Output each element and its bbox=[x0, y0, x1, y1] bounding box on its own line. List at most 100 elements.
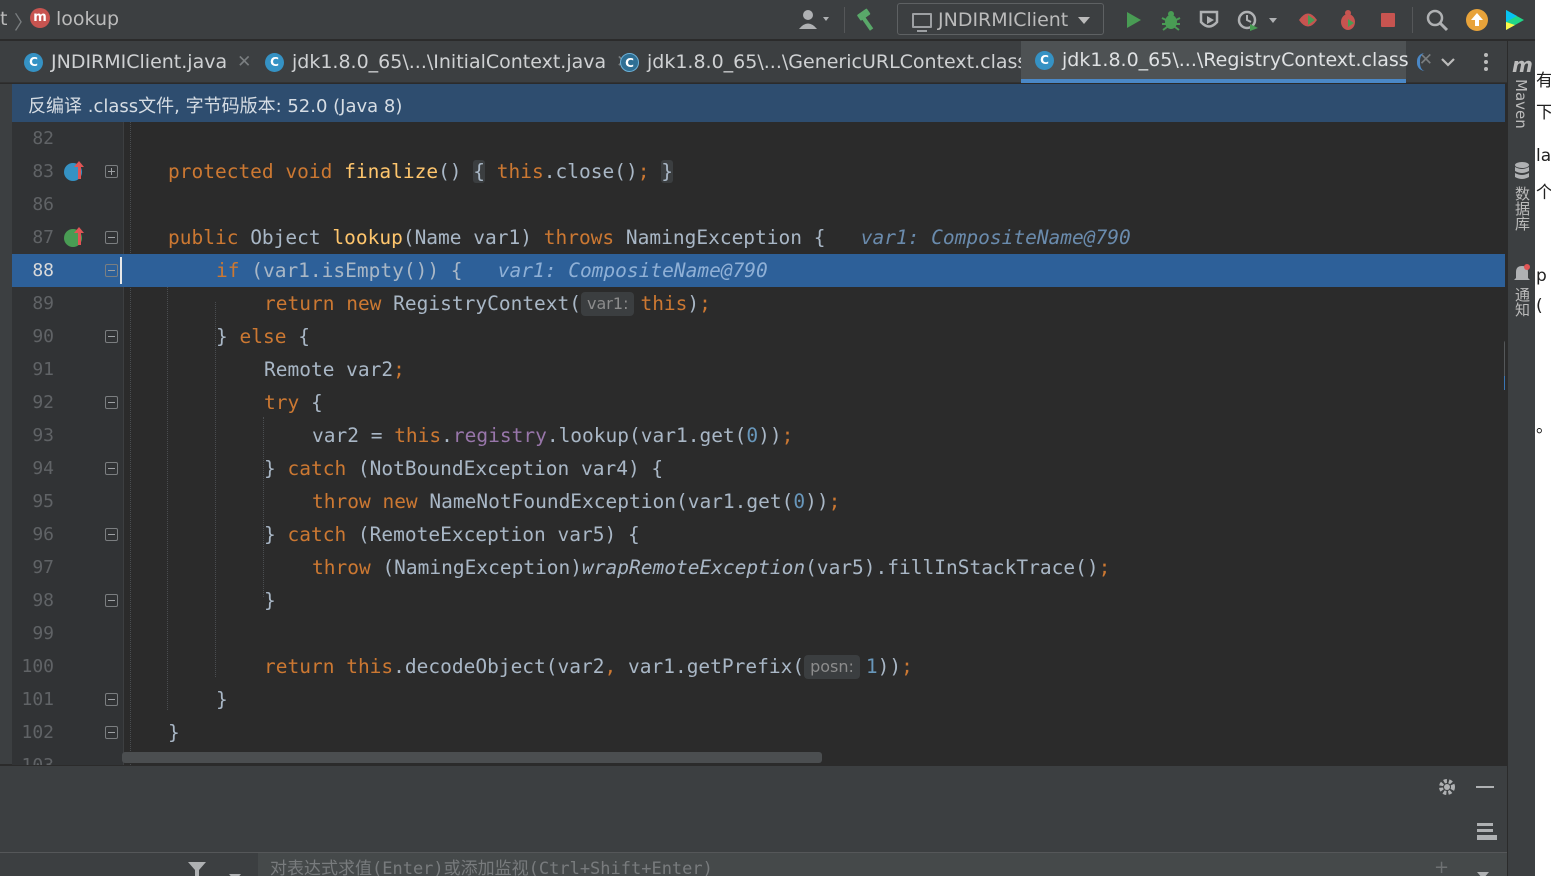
code-text: throw new NameNotFoundException(var1.get… bbox=[312, 490, 841, 513]
notifications-tool-button[interactable]: 通知 bbox=[1512, 287, 1533, 317]
notification-bell-icon[interactable] bbox=[1513, 263, 1531, 287]
fold-expand-icon[interactable] bbox=[105, 165, 118, 178]
maven-icon[interactable]: m bbox=[1512, 53, 1533, 77]
fold-collapse-icon[interactable] bbox=[105, 528, 118, 541]
filter-icon[interactable] bbox=[187, 861, 207, 876]
line-number: 90 bbox=[32, 326, 54, 347]
inline-debug-value: var1: CompositeName@790 bbox=[497, 259, 768, 282]
line-number: 100 bbox=[21, 656, 54, 677]
code-line: 87 public Object lookup(Name var1) throw… bbox=[12, 221, 1505, 254]
tab-jndirmiclient[interactable]: C JNDIRMIClient.java ✕ bbox=[24, 41, 256, 83]
run-configuration-select[interactable]: JNDIRMIClient bbox=[897, 3, 1104, 35]
minimize-icon[interactable] bbox=[1476, 786, 1494, 788]
code-line: 94 } catch (NotBoundException var4) { bbox=[12, 452, 1505, 485]
editor-tab-bar: C JNDIRMIClient.java ✕ C jdk1.8.0_65\...… bbox=[0, 41, 1507, 83]
breadcrumb-method[interactable]: lookup bbox=[56, 8, 119, 30]
background-window: 有 下 la 个 p ( 。 bbox=[1535, 0, 1551, 876]
code-text: try { bbox=[264, 391, 323, 414]
line-number: 92 bbox=[32, 392, 54, 413]
database-tool-button[interactable]: 数据库 bbox=[1512, 186, 1533, 231]
code-text: var2 = this.registry.lookup(var1.get(0))… bbox=[312, 424, 794, 447]
search-icon[interactable] bbox=[1424, 6, 1450, 34]
background-text: 下 bbox=[1536, 103, 1551, 123]
inline-debug-value: var1: CompositeName@790 bbox=[860, 226, 1131, 249]
debug-icon[interactable] bbox=[1158, 6, 1184, 34]
method-icon: m bbox=[30, 8, 50, 28]
line-number: 91 bbox=[32, 359, 54, 380]
fold-collapse-icon[interactable] bbox=[105, 462, 118, 475]
java-class-icon: C bbox=[265, 52, 284, 72]
line-number: 89 bbox=[32, 293, 54, 314]
code-text: Remote var2; bbox=[264, 358, 405, 381]
code-text: return new RegistryContext(var1: this); bbox=[264, 292, 711, 316]
line-number: 96 bbox=[32, 524, 54, 545]
fold-collapse-icon[interactable] bbox=[105, 264, 118, 277]
code-line: 101 } bbox=[12, 683, 1505, 716]
code-text: } catch (NotBoundException var4) { bbox=[264, 457, 664, 480]
database-icon[interactable] bbox=[1513, 161, 1531, 185]
evaluate-expression-input[interactable] bbox=[270, 857, 1170, 876]
code-text: } bbox=[168, 721, 180, 744]
breadcrumb-prev[interactable]: t bbox=[0, 8, 7, 30]
tab-registrycontext[interactable]: C jdk1.8.0_65\...\RegistryContext.class … bbox=[1021, 41, 1433, 83]
main-toolbar: t 〉 m lookup JNDIRMIClient bbox=[0, 0, 1535, 40]
up-arrow-icon bbox=[74, 161, 84, 179]
chevron-down-icon[interactable] bbox=[1476, 865, 1490, 876]
close-icon[interactable]: ✕ bbox=[237, 52, 251, 72]
run-icon[interactable] bbox=[1120, 6, 1146, 34]
fold-collapse-icon[interactable] bbox=[105, 594, 118, 607]
evaluate-expression-bar: + bbox=[258, 852, 1507, 876]
layout-icon[interactable] bbox=[1476, 822, 1498, 846]
code-text: } bbox=[264, 589, 276, 612]
chevron-down-icon[interactable] bbox=[228, 867, 242, 876]
user-icon[interactable] bbox=[795, 6, 837, 34]
horizontal-scrollbar[interactable] bbox=[122, 752, 822, 763]
tab-genericurlcontext[interactable]: C jdk1.8.0_65\...\GenericURLContext.clas… bbox=[620, 41, 1052, 83]
profile-icon[interactable] bbox=[1236, 6, 1282, 34]
stop-icon[interactable] bbox=[1376, 6, 1400, 34]
fold-collapse-icon[interactable] bbox=[105, 330, 118, 343]
toolbox-icon[interactable] bbox=[1502, 6, 1528, 34]
coverage-icon[interactable] bbox=[1196, 6, 1222, 34]
line-number: 102 bbox=[21, 722, 54, 743]
tab-initialcontext[interactable]: C jdk1.8.0_65\...\InitialContext.java ✕ bbox=[265, 41, 630, 83]
maven-tool-button[interactable]: Maven bbox=[1512, 79, 1530, 129]
current-execution-line: 88 if (var1.isEmpty()) { var1: Composite… bbox=[12, 254, 1505, 287]
code-text: } bbox=[216, 688, 228, 711]
code-editor[interactable]: 82 83 protected void finalize() { this.c… bbox=[12, 122, 1505, 765]
code-line: 98 } bbox=[12, 584, 1505, 617]
tab-list-chevron-icon[interactable] bbox=[1436, 48, 1460, 76]
update-icon[interactable] bbox=[1464, 6, 1490, 34]
tab-label: JNDIRMIClient.java bbox=[51, 51, 228, 73]
code-line: 83 protected void finalize() { this.clos… bbox=[12, 155, 1505, 188]
add-watch-icon[interactable]: + bbox=[1434, 857, 1449, 876]
code-text: public Object lookup(Name var1) throws N… bbox=[168, 226, 1131, 249]
background-text: ( bbox=[1536, 296, 1543, 316]
toolbar-separator bbox=[844, 7, 845, 33]
code-line: 90 } else { bbox=[12, 320, 1505, 353]
parameter-hint: posn: bbox=[804, 655, 860, 679]
fold-collapse-icon[interactable] bbox=[105, 396, 118, 409]
build-hammer-icon[interactable] bbox=[852, 6, 882, 34]
more-tabs-icon[interactable] bbox=[1417, 53, 1427, 71]
code-text: if (var1.isEmpty()) { var1: CompositeNam… bbox=[216, 259, 768, 282]
fold-collapse-icon[interactable] bbox=[105, 231, 118, 244]
more-options-icon[interactable] bbox=[1476, 48, 1496, 76]
background-text: 个 bbox=[1536, 183, 1551, 203]
line-number: 88 bbox=[32, 260, 54, 281]
background-text: 。 bbox=[1536, 412, 1551, 437]
settings-gear-icon[interactable] bbox=[1436, 776, 1458, 802]
chevron-down-icon bbox=[1078, 17, 1090, 24]
code-line: 93 var2 = this.registry.lookup(var1.get(… bbox=[12, 419, 1505, 452]
run-configuration-label: JNDIRMIClient bbox=[938, 9, 1069, 31]
line-number: 94 bbox=[32, 458, 54, 479]
attach-debugger-icon[interactable] bbox=[1294, 6, 1322, 34]
code-line: 89 return new RegistryContext(var1: this)… bbox=[12, 287, 1505, 320]
fold-collapse-icon[interactable] bbox=[105, 693, 118, 706]
frames-toolbar bbox=[0, 852, 258, 876]
line-number: 103 bbox=[12, 749, 54, 765]
code-line: 92 try { bbox=[12, 386, 1505, 419]
parameter-hint: var1: bbox=[581, 292, 635, 316]
stop-debug-icon[interactable] bbox=[1334, 6, 1362, 34]
fold-collapse-icon[interactable] bbox=[105, 726, 118, 739]
